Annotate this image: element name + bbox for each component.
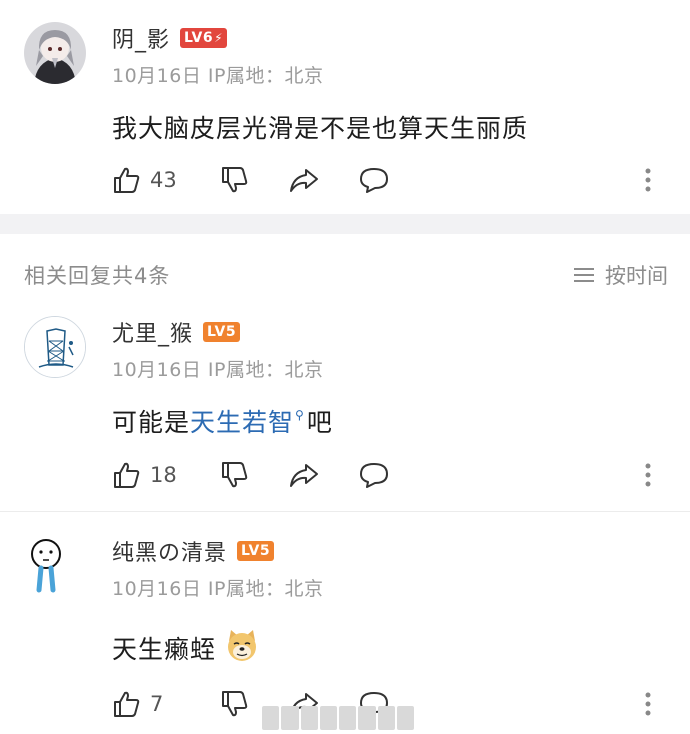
reply-text-before: 可能是 xyxy=(112,408,191,437)
sort-list-icon xyxy=(574,268,594,282)
more-options-button[interactable] xyxy=(644,462,652,488)
more-vertical-icon xyxy=(645,692,651,716)
comment-meta: 10月16日 IP属地：北京 xyxy=(112,355,323,382)
thumbs-down-icon xyxy=(222,167,248,193)
thumbs-down-icon xyxy=(222,691,248,717)
name-row: 阴_影 LV6 ⚡ xyxy=(112,22,228,54)
section-divider xyxy=(0,214,690,234)
dislike-button[interactable] xyxy=(220,165,288,195)
reply-text: 可能是 天生若智 ⚲ 吧 xyxy=(112,403,333,439)
sort-button[interactable]: 按时间 xyxy=(573,260,668,290)
share-icon xyxy=(290,464,318,487)
comment-date: 10月16日 xyxy=(112,578,202,600)
reply-item: 纯黑の清景 LV5 10月16日 IP属地：北京 天生癞蛭 7 xyxy=(0,512,690,734)
ip-location: IP属地：北京 xyxy=(207,578,324,600)
reply-button[interactable] xyxy=(358,460,418,490)
avatar[interactable] xyxy=(24,532,86,594)
thumbs-up-icon xyxy=(114,691,140,717)
doge-emoji-icon xyxy=(224,627,260,669)
action-bar: 43 xyxy=(112,163,672,197)
like-count: 18 xyxy=(150,463,177,487)
watermark xyxy=(262,706,414,730)
name-row: 纯黑の清景 LV5 xyxy=(112,535,275,567)
comment-meta: 10月16日 IP属地：北京 xyxy=(112,61,323,88)
comment-text: 我大脑皮层光滑是不是也算天生丽质 xyxy=(112,114,529,143)
level-text: LV6 xyxy=(184,30,214,46)
comment-date: 10月16日 xyxy=(112,359,202,381)
thumbs-up-icon xyxy=(114,462,140,488)
comment-meta: 10月16日 IP属地：北京 xyxy=(112,574,323,601)
reply-text: 天生癞蛭 xyxy=(112,628,260,668)
more-options-button[interactable] xyxy=(644,167,652,193)
level-badge: LV5 xyxy=(203,322,241,342)
like-button[interactable]: 43 xyxy=(112,165,220,195)
replies-header: 相关回复共4条 按时间 xyxy=(0,254,690,294)
avatar[interactable] xyxy=(24,22,86,84)
like-count: 7 xyxy=(150,692,164,716)
reply-item: 尤里_猴 LV5 10月16日 IP属地：北京 可能是 天生若智 ⚲ 吧 18 xyxy=(0,300,690,511)
share-icon xyxy=(290,169,318,192)
comment-icon xyxy=(360,168,388,193)
name-row: 尤里_猴 LV5 xyxy=(112,316,241,348)
reply-text-body: 天生癞蛭 xyxy=(112,635,217,664)
search-icon: ⚲ xyxy=(295,408,305,422)
thumbs-up-icon xyxy=(114,167,140,193)
like-button[interactable]: 18 xyxy=(112,460,220,490)
bolt-icon: ⚡ xyxy=(214,31,224,45)
comment-icon xyxy=(360,463,388,488)
ip-location: IP属地：北京 xyxy=(207,359,324,381)
username[interactable]: 纯黑の清景 xyxy=(112,535,227,567)
like-count: 43 xyxy=(150,168,177,192)
sort-label: 按时间 xyxy=(605,264,668,288)
avatar[interactable] xyxy=(24,316,86,378)
dislike-button[interactable] xyxy=(220,460,288,490)
share-button[interactable] xyxy=(288,165,358,195)
thumbs-down-icon xyxy=(222,462,248,488)
level-badge: LV6 ⚡ xyxy=(180,28,228,48)
username[interactable]: 尤里_猴 xyxy=(112,316,193,348)
action-bar: 18 xyxy=(112,458,672,492)
comment-date: 10月16日 xyxy=(112,65,202,87)
more-vertical-icon xyxy=(645,463,651,487)
reply-button[interactable] xyxy=(358,165,418,195)
ip-location: IP属地：北京 xyxy=(207,65,324,87)
share-button[interactable] xyxy=(288,460,358,490)
reply-text-after: 吧 xyxy=(306,408,333,437)
more-options-button[interactable] xyxy=(644,691,652,717)
username[interactable]: 阴_影 xyxy=(112,22,170,54)
replies-count-title: 相关回复共4条 xyxy=(24,264,171,288)
like-button[interactable]: 7 xyxy=(112,689,220,719)
main-comment: 阴_影 LV6 ⚡ 10月16日 IP属地：北京 我大脑皮层光滑是不是也算天生丽质… xyxy=(0,0,690,214)
topic-link[interactable]: 天生若智 xyxy=(190,403,294,439)
level-badge: LV5 xyxy=(237,541,275,561)
more-vertical-icon xyxy=(645,168,651,192)
